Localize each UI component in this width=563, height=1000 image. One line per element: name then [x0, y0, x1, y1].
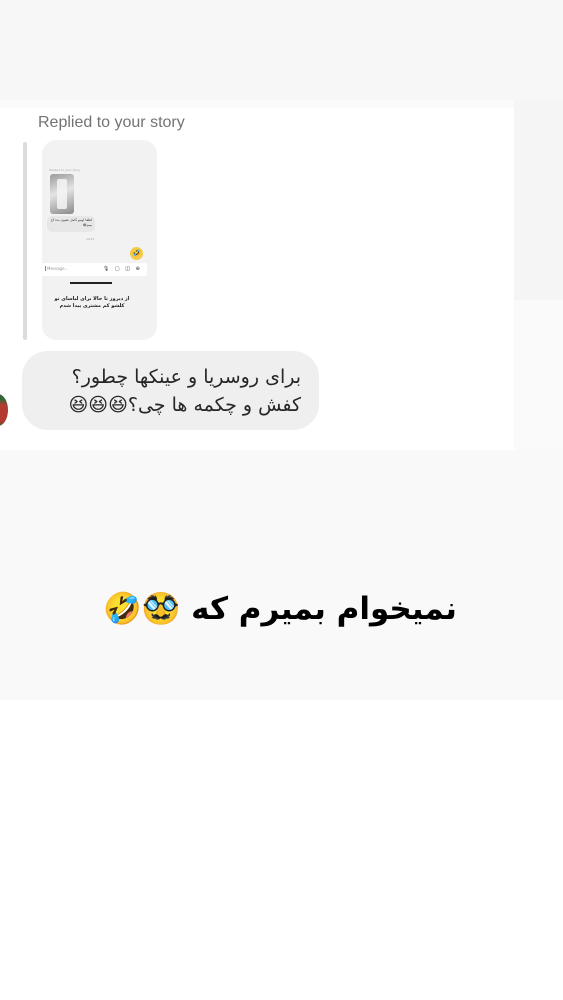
message-bubble: برای روسریا و عینکها چطور؟ کفش و چکمه ها… — [22, 351, 319, 430]
story-preview-photo — [50, 174, 74, 214]
story-preview-message-input: Message... 🎙 ▢ ◫ ⊕ — [42, 263, 147, 276]
bottom-background — [0, 700, 563, 1000]
top-background — [0, 0, 563, 100]
story-preview-input-icons: 🎙 ▢ ◫ ⊕ — [103, 266, 142, 272]
caption-background — [0, 450, 563, 700]
story-preview-emoji-reaction: 🤣 — [130, 247, 143, 260]
replied-to-story-label: Replied to your story — [38, 114, 185, 131]
story-preview-timestamp: 14:11 — [86, 237, 95, 241]
story-preview-divider — [70, 282, 112, 284]
story-preview-message-bubble: لطفا اونیو کامل نشون بده آخ بیبم😂 — [47, 216, 95, 232]
story-caption-text: نمیخوام بمیرم که 🥸🤣 — [103, 591, 457, 627]
story-preview-thumbnail[interactable]: Replied to your story لطفا اونیو کامل نش… — [42, 140, 157, 340]
reply-indicator-bar — [23, 142, 27, 340]
story-preview-caption: از دیروز تا حالا برای لباسای تو کلشو کم … — [54, 296, 130, 309]
right-edge-panel — [514, 100, 563, 300]
story-preview-input-placeholder: Message... — [45, 266, 69, 271]
message-line-2: کفش و چکمه ها چی؟😆😆😆 — [68, 394, 301, 416]
message-line-1: برای روسریا و عینکها چطور؟ — [71, 366, 301, 388]
story-preview-header: Replied to your story — [49, 168, 81, 172]
